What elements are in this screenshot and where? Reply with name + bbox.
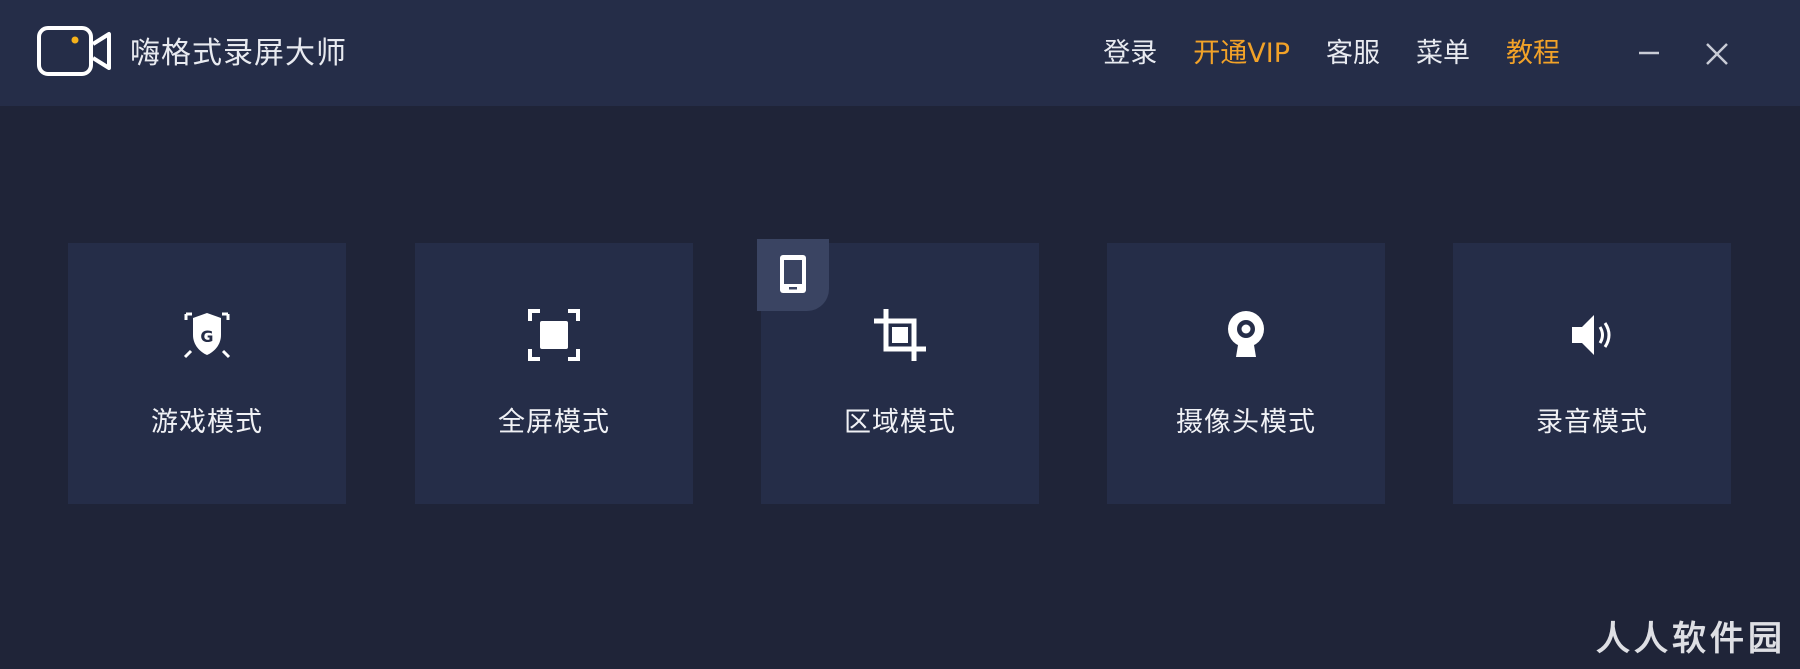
webcam-mode-card[interactable]: 摄像头模式 xyxy=(1107,243,1385,504)
tutorial-link[interactable]: 教程 xyxy=(1506,34,1560,74)
fullscreen-mode-label: 全屏模式 xyxy=(498,407,610,438)
game-mode-label: 游戏模式 xyxy=(151,407,263,438)
mobile-badge[interactable] xyxy=(757,239,829,311)
region-mode-card[interactable]: 区域模式 xyxy=(757,239,1039,504)
vip-link[interactable]: 开通VIP xyxy=(1193,34,1290,74)
game-mode-card[interactable]: G 游戏模式 xyxy=(68,243,346,504)
region-mode-label: 区域模式 xyxy=(844,407,956,438)
fullscreen-mode-card[interactable]: 全屏模式 xyxy=(415,243,693,504)
app-window: 嗨格式录屏大师 登录 开通VIP 客服 菜单 教程 G 游戏模式 全屏模式 区域… xyxy=(0,0,1800,669)
support-link[interactable]: 客服 xyxy=(1326,34,1380,74)
mode-cards: G 游戏模式 全屏模式 区域模式 摄像头模式 录音模式 xyxy=(0,239,1800,505)
audio-mode-label: 录音模式 xyxy=(1536,407,1648,438)
svg-text:G: G xyxy=(200,327,213,346)
camera-logo-icon xyxy=(37,26,111,76)
title-bar: 嗨格式录屏大师 登录 开通VIP 客服 菜单 教程 xyxy=(0,0,1800,106)
crop-icon xyxy=(874,309,926,361)
menu-link[interactable]: 菜单 xyxy=(1416,34,1470,74)
top-nav: 登录 开通VIP 客服 菜单 教程 xyxy=(1103,34,1560,74)
close-icon[interactable] xyxy=(1697,34,1737,74)
game-shield-icon: G xyxy=(183,312,231,359)
webcam-mode-label: 摄像头模式 xyxy=(1176,407,1316,438)
audio-mode-card[interactable]: 录音模式 xyxy=(1453,243,1731,504)
watermark-text: 人人软件园 xyxy=(1596,619,1786,659)
fullscreen-icon xyxy=(528,309,580,361)
login-link[interactable]: 登录 xyxy=(1103,34,1157,74)
tablet-icon xyxy=(780,255,806,293)
app-title: 嗨格式录屏大师 xyxy=(130,36,347,71)
speaker-icon xyxy=(1572,315,1611,355)
minimize-icon[interactable] xyxy=(1629,34,1669,74)
webcam-icon xyxy=(1228,311,1264,357)
